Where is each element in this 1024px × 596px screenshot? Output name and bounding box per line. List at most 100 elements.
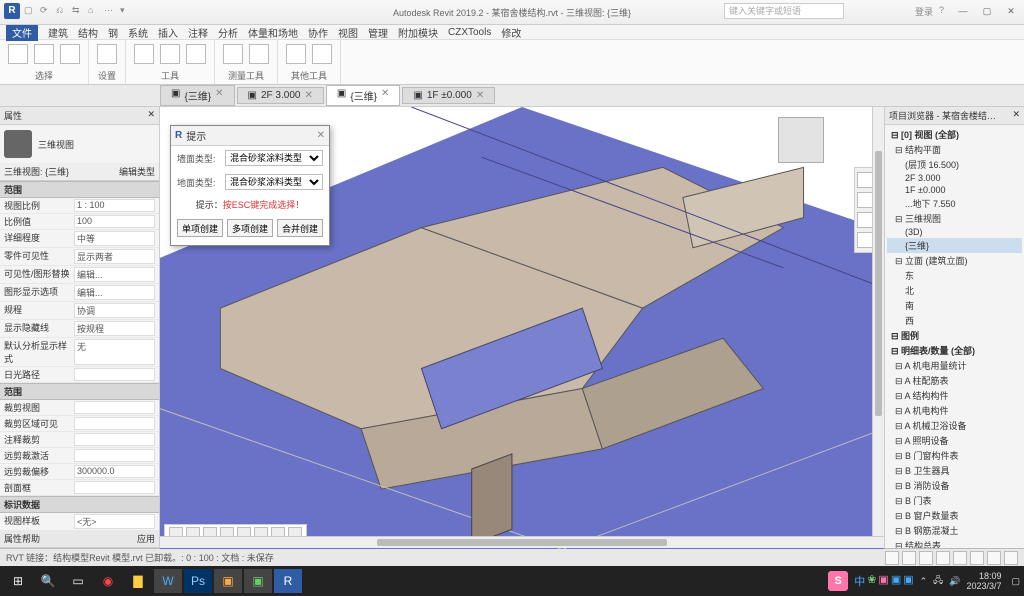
property-row[interactable]: 视图比例1 : 100 bbox=[0, 198, 159, 214]
qat-icon[interactable]: ⋯ bbox=[104, 5, 116, 17]
single-create-button[interactable]: 单项创建 bbox=[177, 219, 223, 237]
view-tab[interactable]: ▣{三维}✕ bbox=[160, 85, 235, 106]
ribbon-button[interactable] bbox=[60, 44, 80, 64]
ribbon-button[interactable] bbox=[186, 44, 206, 64]
menu-tab[interactable]: 附加模块 bbox=[398, 25, 438, 40]
app-icon[interactable]: ▣ bbox=[214, 569, 242, 593]
property-section[interactable]: 范围 bbox=[0, 383, 159, 400]
chevron-up-icon[interactable]: ⌃ bbox=[920, 576, 928, 587]
qat-icon[interactable]: ▢ bbox=[24, 5, 36, 17]
menu-tab[interactable]: 系统 bbox=[128, 25, 148, 40]
tree-item[interactable]: ⊟ B 门表 bbox=[887, 493, 1022, 508]
properties-help[interactable]: 属性帮助 bbox=[4, 532, 40, 545]
qat-icon[interactable]: ▾ bbox=[120, 5, 132, 17]
property-section[interactable]: 范围 bbox=[0, 181, 159, 198]
tree-item[interactable]: ⊟ A 机电用量统计 bbox=[887, 358, 1022, 373]
property-row[interactable]: 注释裁剪 bbox=[0, 432, 159, 448]
property-row[interactable]: 可见性/图形替换编辑... bbox=[0, 266, 159, 284]
property-value[interactable] bbox=[74, 401, 155, 414]
horizontal-scrollbar[interactable] bbox=[160, 536, 884, 548]
tree-item[interactable]: ⊟ [0] 视图 (全部) bbox=[887, 127, 1022, 142]
ps-icon[interactable]: Ps bbox=[184, 569, 212, 593]
property-row[interactable]: 规程协调 bbox=[0, 302, 159, 320]
search-input[interactable]: 键入关键字或短语 bbox=[724, 3, 844, 19]
menu-tab[interactable]: 注释 bbox=[188, 25, 208, 40]
tree-item[interactable]: 南 bbox=[887, 298, 1022, 313]
ribbon-button[interactable] bbox=[312, 44, 332, 64]
taskview-icon[interactable]: ▭ bbox=[64, 569, 92, 593]
revit-icon[interactable]: R bbox=[274, 569, 302, 593]
ribbon-button[interactable] bbox=[34, 44, 54, 64]
tree-item[interactable]: ⊟ 结构平面 bbox=[887, 142, 1022, 157]
properties-filter[interactable]: 三维视图: {三维} 编辑类型 bbox=[0, 163, 159, 181]
tree-item[interactable]: ⊟ A 机械卫浴设备 bbox=[887, 418, 1022, 433]
property-row[interactable]: 零件可见性显示两者 bbox=[0, 248, 159, 266]
property-value[interactable]: 中等 bbox=[74, 231, 155, 246]
view-tab[interactable]: ▣2F 3.000✕ bbox=[237, 87, 324, 104]
property-value[interactable]: <无> bbox=[74, 514, 155, 529]
property-row[interactable]: 默认分析显示样式无 bbox=[0, 338, 159, 367]
status-icon[interactable] bbox=[885, 551, 899, 565]
property-row[interactable]: 详细程度中等 bbox=[0, 230, 159, 248]
property-value[interactable]: 100 bbox=[74, 215, 155, 228]
tree-item[interactable]: ⊟ 立面 (建筑立面) bbox=[887, 253, 1022, 268]
wall-type-select[interactable]: 混合砂浆涂料类型 bbox=[225, 150, 323, 166]
close-icon[interactable]: ✕ bbox=[147, 109, 155, 122]
property-value[interactable] bbox=[74, 417, 155, 430]
signin-link[interactable]: 登录 bbox=[915, 5, 933, 18]
tree-item[interactable]: ⊟ A 柱配筋表 bbox=[887, 373, 1022, 388]
network-icon[interactable]: 🖧 bbox=[933, 573, 943, 589]
tree-item[interactable]: 2F 3.000 bbox=[887, 172, 1022, 184]
tree-item[interactable]: ⊟ 图例 bbox=[887, 328, 1022, 343]
property-row[interactable]: 剖面框 bbox=[0, 480, 159, 496]
start-button[interactable]: ⊞ bbox=[4, 569, 32, 593]
property-row[interactable]: 比例值100 bbox=[0, 214, 159, 230]
property-value[interactable] bbox=[74, 449, 155, 462]
merge-create-button[interactable]: 合并创建 bbox=[277, 219, 323, 237]
quick-access-toolbar[interactable]: ▢ ⟳ ⎌ ⇆ ⌂ ⋯ ▾ bbox=[24, 5, 132, 17]
menu-tab[interactable]: 钢 bbox=[108, 25, 118, 40]
property-value[interactable] bbox=[74, 368, 155, 381]
tree-item[interactable]: ⊟ B 消防设备 bbox=[887, 478, 1022, 493]
close-button[interactable]: ✕ bbox=[1000, 2, 1022, 20]
nav-icon[interactable] bbox=[857, 192, 873, 208]
status-icon[interactable] bbox=[902, 551, 916, 565]
status-icon[interactable] bbox=[987, 551, 1001, 565]
property-value[interactable]: 编辑... bbox=[74, 285, 155, 300]
word-icon[interactable]: W bbox=[154, 569, 182, 593]
property-value[interactable]: 300000.0 bbox=[74, 465, 155, 478]
tray-icons[interactable]: 中❀▣▣▣ bbox=[854, 573, 913, 589]
close-icon[interactable]: ✕ bbox=[381, 88, 389, 103]
multi-create-button[interactable]: 多项创建 bbox=[227, 219, 273, 237]
property-row[interactable]: 视图样板<无> bbox=[0, 513, 159, 530]
status-icon[interactable] bbox=[970, 551, 984, 565]
ribbon-button[interactable] bbox=[223, 44, 243, 64]
type-selector[interactable]: 三维视图 bbox=[0, 125, 159, 163]
help-icon[interactable]: ? bbox=[939, 5, 944, 18]
menu-tab[interactable]: 文件 bbox=[6, 24, 38, 41]
property-row[interactable]: 远剪裁偏移300000.0 bbox=[0, 464, 159, 480]
status-icons[interactable] bbox=[885, 551, 1018, 565]
properties-header[interactable]: 属性 ✕ bbox=[0, 107, 159, 125]
tree-item[interactable]: ⊟ B 卫生器具 bbox=[887, 463, 1022, 478]
tree-item[interactable]: ⊟ B 窗户数量表 bbox=[887, 508, 1022, 523]
property-value[interactable]: 编辑... bbox=[74, 267, 155, 282]
property-value[interactable] bbox=[74, 481, 155, 494]
tree-item[interactable]: ⊟ B 钢筋混凝土 bbox=[887, 523, 1022, 538]
menu-tab[interactable]: 协作 bbox=[308, 25, 328, 40]
properties-scroll[interactable]: 范围视图比例1 : 100比例值100详细程度中等零件可见性显示两者可见性/图形… bbox=[0, 181, 159, 530]
ribbon-button[interactable] bbox=[286, 44, 306, 64]
vertical-scrollbar[interactable] bbox=[872, 107, 884, 548]
floor-type-select[interactable]: 混合砂浆涂料类型 bbox=[225, 174, 323, 190]
menu-tab[interactable]: 插入 bbox=[158, 25, 178, 40]
property-value[interactable]: 协调 bbox=[74, 303, 155, 318]
minimize-button[interactable]: — bbox=[952, 2, 974, 20]
ribbon-button[interactable] bbox=[97, 44, 117, 64]
property-value[interactable]: 1 : 100 bbox=[74, 199, 155, 212]
tree-item[interactable]: ⊟ A 照明设备 bbox=[887, 433, 1022, 448]
ribbon-button[interactable] bbox=[134, 44, 154, 64]
status-icon[interactable] bbox=[919, 551, 933, 565]
close-icon[interactable]: ✕ bbox=[1012, 109, 1020, 122]
menu-tab[interactable]: 管理 bbox=[368, 25, 388, 40]
close-icon[interactable]: ✕ bbox=[304, 90, 312, 101]
